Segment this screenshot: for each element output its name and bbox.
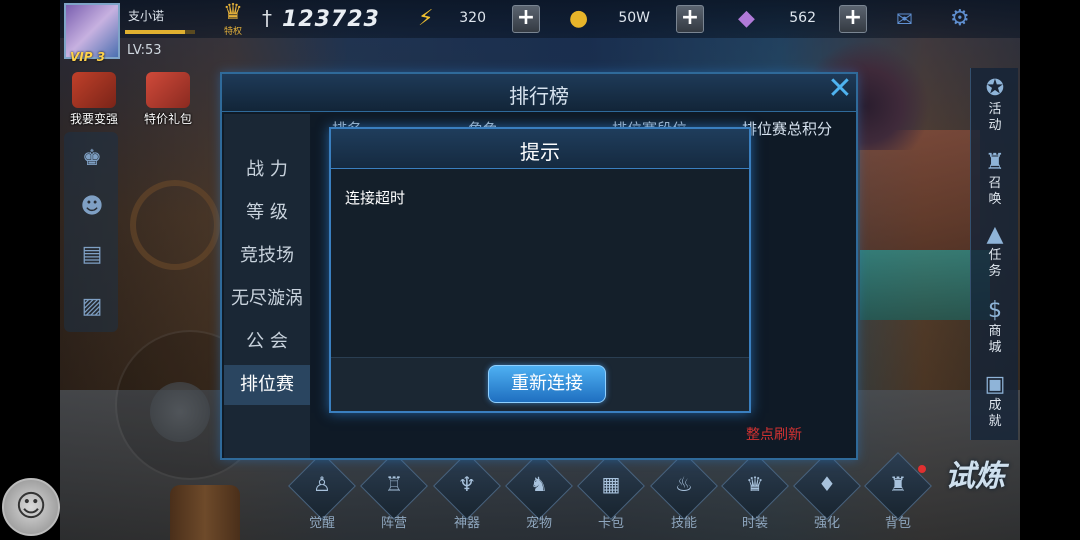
nav-achievements[interactable]: ▣ 成 就 bbox=[975, 372, 1015, 430]
cardpack-glyph: ▦ bbox=[601, 472, 621, 496]
bottom-cardpack[interactable]: ▦ 卡包 bbox=[577, 452, 645, 531]
tab-guild[interactable]: 公 会 bbox=[224, 322, 310, 362]
bag-glyph: ♜ bbox=[889, 472, 907, 496]
tab-endless-vortex[interactable]: 无尽漩涡 bbox=[224, 279, 310, 319]
nav-events[interactable]: ✪ 活 动 bbox=[975, 76, 1015, 134]
bottom-camp[interactable]: ♖ 阵营 bbox=[360, 452, 428, 531]
mail-icon[interactable]: ✉ bbox=[896, 7, 913, 31]
trophy-icon[interactable]: ♚ bbox=[77, 144, 107, 174]
artifact-glyph: ♆ bbox=[458, 472, 476, 496]
player-level: LV:53 bbox=[127, 43, 162, 58]
dialog-message: 连接超时 bbox=[345, 189, 406, 207]
gift-pack-button[interactable]: 特价礼包 bbox=[142, 72, 194, 127]
bottom-fashion-label: 时装 bbox=[741, 516, 768, 531]
trial-button[interactable]: 试炼 bbox=[938, 460, 1012, 532]
gold-value: 50W bbox=[618, 10, 650, 26]
nav-shop[interactable]: $ 商 城 bbox=[975, 298, 1015, 356]
bag-notification-dot bbox=[918, 465, 926, 473]
scene-barrel bbox=[170, 485, 240, 540]
gift-pack-label: 特价礼包 bbox=[143, 112, 192, 126]
tab-level[interactable]: 等 级 bbox=[224, 193, 310, 233]
crown-icon: ♛ bbox=[223, 0, 243, 25]
reconnect-button[interactable]: 重新连接 bbox=[488, 365, 606, 403]
enhance-glyph: ♦ bbox=[818, 472, 836, 496]
bottom-enhance-label: 强化 bbox=[813, 516, 840, 531]
leaderboard-title: 排行榜 bbox=[509, 84, 569, 108]
tab-ranked[interactable]: 排位赛 bbox=[224, 365, 310, 405]
combat-power: 123723 bbox=[282, 7, 380, 32]
gear-icon[interactable]: ⚙ bbox=[950, 6, 970, 31]
stamina-value: 320 bbox=[459, 10, 486, 26]
bottom-pet[interactable]: ♞ 宠物 bbox=[505, 452, 573, 531]
bottom-skill[interactable]: ♨ 技能 bbox=[650, 452, 718, 531]
xp-bar-fill bbox=[125, 30, 185, 34]
leaderboard-tabs: 战 力 等 级 竞技场 无尽漩涡 公 会 排位赛 bbox=[224, 114, 310, 458]
skill-glyph: ♨ bbox=[675, 472, 693, 496]
treasure-chest-icon bbox=[72, 72, 116, 108]
bottom-skill-label: 技能 bbox=[670, 516, 697, 531]
upgrade-button[interactable]: 我要变强 bbox=[68, 72, 120, 127]
camp-glyph: ♖ bbox=[385, 472, 403, 496]
nav-events-label: 活 动 bbox=[988, 102, 1002, 133]
vip-badge: VIP 3 bbox=[70, 50, 106, 64]
bottom-artifact-label: 神器 bbox=[453, 516, 480, 531]
quest-icon: ▲ bbox=[986, 222, 1004, 247]
events-icon: ✪ bbox=[985, 76, 1005, 101]
add-gems-button[interactable]: + bbox=[839, 5, 867, 33]
upgrade-label: 我要变强 bbox=[69, 112, 118, 126]
player-name: 支小诺 bbox=[128, 9, 165, 23]
gift-icon bbox=[146, 72, 190, 108]
dialog-header: 提示 bbox=[331, 129, 749, 169]
nav-quests[interactable]: ▲ 任 务 bbox=[975, 222, 1015, 280]
bottom-awaken-label: 觉醒 bbox=[308, 516, 335, 531]
gems-value: 562 bbox=[789, 10, 816, 26]
bottom-bag-label: 背包 bbox=[884, 516, 911, 531]
scene-ship-wheel bbox=[130, 180, 220, 270]
friends-icon[interactable]: ☻ bbox=[77, 192, 107, 222]
bottom-artifact[interactable]: ♆ 神器 bbox=[433, 452, 501, 531]
bottom-camp-label: 阵营 bbox=[380, 516, 407, 531]
nav-achievements-label: 成 就 bbox=[988, 398, 1002, 429]
sword-icon: † bbox=[262, 6, 272, 30]
privilege-button[interactable]: ♛ 特权 bbox=[218, 0, 248, 38]
fashion-glyph: ♛ bbox=[746, 472, 764, 496]
bottom-cardpack-label: 卡包 bbox=[597, 516, 624, 531]
top-bar bbox=[60, 0, 1020, 38]
bottom-awaken[interactable]: ♙ 觉醒 bbox=[288, 452, 356, 531]
tab-power[interactable]: 战 力 bbox=[224, 150, 310, 190]
achievement-gift-icon: ▣ bbox=[984, 372, 1006, 397]
nav-summon-label: 召 唤 bbox=[988, 176, 1002, 207]
xp-bar bbox=[125, 30, 195, 34]
add-stamina-button[interactable]: + bbox=[512, 5, 540, 33]
refresh-note: 整点刷新 bbox=[746, 427, 802, 443]
add-gold-button[interactable]: + bbox=[676, 5, 704, 33]
bottom-enhance[interactable]: ♦ 强化 bbox=[793, 452, 861, 531]
privilege-label: 特权 bbox=[223, 27, 242, 37]
tab-arena[interactable]: 竞技场 bbox=[224, 236, 310, 276]
pet-glyph: ♞ bbox=[530, 472, 548, 496]
gem-icon: ◆ bbox=[738, 6, 755, 31]
nav-summon[interactable]: ♜ 召 唤 bbox=[975, 150, 1015, 208]
awaken-glyph: ♙ bbox=[313, 472, 331, 496]
col-ranked-score: 排位赛总积分 bbox=[742, 120, 833, 138]
summon-icon: ♜ bbox=[985, 150, 1005, 175]
bottom-pet-label: 宠物 bbox=[525, 516, 552, 531]
shop-icon: $ bbox=[988, 298, 1002, 323]
chat-icon[interactable]: ▤ bbox=[77, 240, 107, 270]
notes-icon[interactable]: ▨ bbox=[77, 292, 107, 322]
dialog-title: 提示 bbox=[520, 140, 560, 164]
bottom-fashion[interactable]: ♛ 时装 bbox=[721, 452, 789, 531]
gold-coin-icon: ● bbox=[569, 6, 589, 31]
leaderboard-header: 排行榜 bbox=[222, 74, 856, 112]
close-icon[interactable]: ✕ bbox=[823, 72, 857, 106]
nav-quests-label: 任 务 bbox=[988, 248, 1002, 279]
joystick-knob[interactable] bbox=[150, 382, 210, 442]
assistant-floating-button[interactable]: ☺ bbox=[2, 478, 60, 536]
nav-shop-label: 商 城 bbox=[988, 324, 1002, 355]
